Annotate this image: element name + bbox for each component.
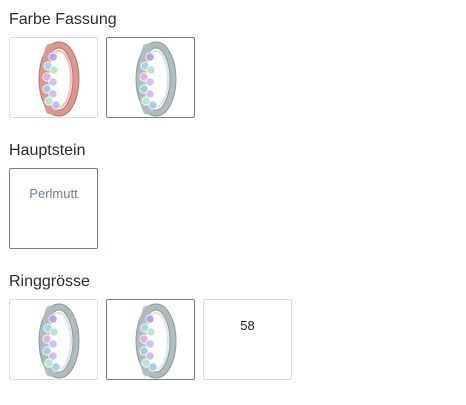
rosegold-ring-icon xyxy=(28,39,80,117)
silver-ring-icon xyxy=(28,301,80,379)
frame-color-options xyxy=(9,37,195,118)
ring-size-section: Ringgrösse 58 xyxy=(9,272,292,380)
silver-ring-icon xyxy=(125,39,177,117)
frame-color-option-silver[interactable] xyxy=(106,37,195,118)
main-stone-option-perlmutt[interactable]: Perlmutt xyxy=(9,168,98,249)
silver-ring-icon xyxy=(125,301,177,379)
main-stone-label: Hauptstein xyxy=(9,142,86,159)
ring-size-label: Ringgrösse xyxy=(9,273,90,290)
main-stone-options: Perlmutt xyxy=(9,168,98,249)
frame-color-label: Farbe Fassung xyxy=(9,11,117,28)
main-stone-option-label: Perlmutt xyxy=(29,186,78,201)
ring-size-option-2[interactable] xyxy=(106,299,195,380)
ring-size-options: 58 xyxy=(9,299,292,380)
ring-size-option-58[interactable]: 58 xyxy=(203,299,292,380)
frame-color-section: Farbe Fassung xyxy=(9,10,195,118)
main-stone-section: Hauptstein Perlmutt xyxy=(9,141,98,249)
ring-size-option-1[interactable] xyxy=(9,299,98,380)
ring-size-value: 58 xyxy=(240,318,255,333)
frame-color-option-rosegold[interactable] xyxy=(9,37,98,118)
